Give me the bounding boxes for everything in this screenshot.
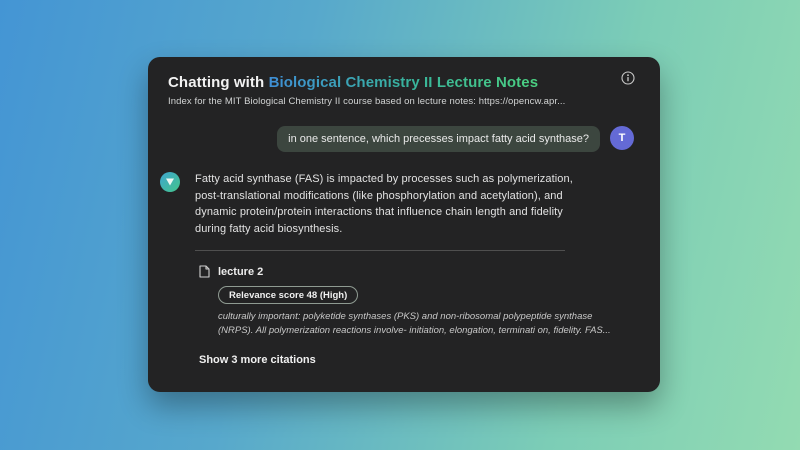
document-icon [199,265,210,278]
show-more-citations-button[interactable]: Show 3 more citations [199,354,634,366]
citation-item: lecture 2 Relevance score 48 (High) cult… [195,265,634,366]
user-avatar: T [610,126,634,150]
page-title: Chatting with Biological Chemistry II Le… [168,73,640,93]
info-icon[interactable] [620,70,635,85]
user-message-bubble: in one sentence, which precesses impact … [277,126,600,152]
citation-source: lecture 2 [218,265,264,278]
divider [195,250,565,251]
funnel-triangle-icon [166,178,174,186]
info-circle-icon [620,70,635,85]
title-index-name: Biological Chemistry II Lecture Notes [268,74,539,91]
chat-area: in one sentence, which precesses impact … [148,126,660,366]
user-message-row: in one sentence, which precesses impact … [160,126,634,152]
chat-card: Chatting with Biological Chemistry II Le… [148,57,660,392]
index-description: Index for the MIT Biological Chemistry I… [168,96,566,107]
chat-header: Chatting with Biological Chemistry II Le… [148,57,660,107]
assistant-avatar [160,172,180,192]
assistant-message-text: Fatty acid synthase (FAS) is impacted by… [195,173,573,235]
title-prefix: Chatting with [168,74,269,91]
assistant-message-row: Fatty acid synthase (FAS) is impacted by… [160,171,634,366]
citation-snippet: culturally important: polyketide synthas… [218,311,611,336]
assistant-message-column: Fatty acid synthase (FAS) is impacted by… [195,171,634,366]
citation-body: Relevance score 48 (High) culturally imp… [218,278,634,338]
citation-header[interactable]: lecture 2 [199,265,634,278]
relevance-badge: Relevance score 48 (High) [218,286,359,304]
